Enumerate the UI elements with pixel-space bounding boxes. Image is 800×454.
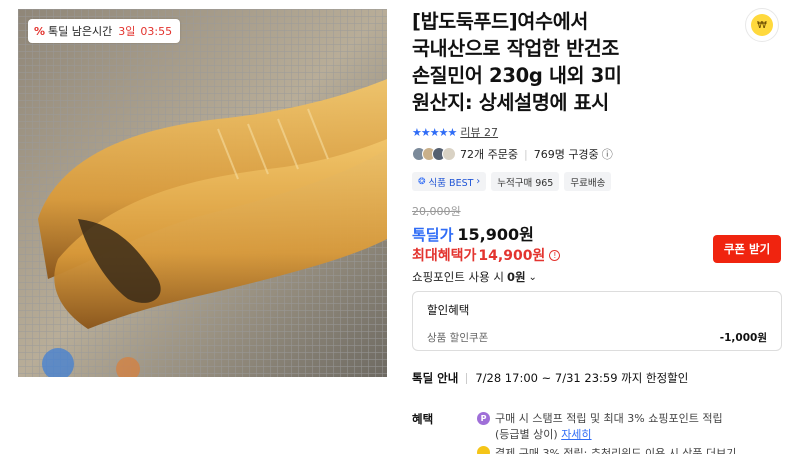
discount-header: 할인혜택 [427,303,470,317]
product-title-line: 손질민어 230g 내외 3미 [412,64,622,87]
product-title-line: 원산지: 상세설명에 표시 [412,91,609,114]
info-icon[interactable]: ⓘ [602,149,613,160]
best-chip-label: 식품 BEST [428,177,474,189]
product-title-line: [밥도둑푸드]여수에서 [412,10,588,33]
info-icon[interactable]: ! [549,249,561,261]
benefit-label: 혜택 [412,412,434,426]
max-benefit-label: 최대혜택가 [412,248,477,264]
coin-icon: ₩ [751,14,773,36]
chevron-down-icon: ⌄ [528,271,537,283]
pay-badge-button[interactable]: ₩ [745,8,779,42]
benefit-detail-link[interactable]: 자세히 [561,428,591,441]
deal-timer-badge: % 톡딜 남은시간 3일 03:55 [28,19,181,43]
max-benefit-row: 최대혜택가 14,900원 ! [412,245,561,265]
product-image[interactable] [18,9,387,377]
product-title: [밥도둑푸드]여수에서 국내산으로 작업한 반건조 손질민어 230g 내외 3… [412,8,712,116]
product-title-line: 국내산으로 작업한 반건조 [412,37,620,60]
max-benefit-price: 14,900원 [478,248,546,264]
rating-row: ★★★★★ 리뷰 27 [412,124,498,140]
deal-info-row: 톡딜 안내 7/28 17:00 ~ 7/31 23:59 까지 한정할인 [412,370,688,386]
best-badge-icon: ❂ [418,176,426,187]
benefit-item: 결제 구매 3% 적립: 추천리워드 이용 시 상품 더보기 [477,445,787,454]
deal-price-value: 15,900원 [457,225,534,244]
shopping-points-toggle[interactable]: 쇼핑포인트 사용 시 0원 ⌄ [412,269,537,285]
coupon-button[interactable]: 쿠폰 받기 [713,235,781,263]
benefit-line: 구매 시 스탬프 적립 및 최대 3% 쇼핑포인트 적립 [495,412,723,425]
discount-row-value: -1,000원 [719,332,767,344]
coin-icon [477,446,490,454]
buyer-avatars [412,147,456,161]
benefit-note: (등급별 상이) [495,428,558,441]
discount-icon: % [34,24,46,38]
benefit-line: 결제 구매 3% 적립: 추천리워드 이용 시 상품 더보기 [495,447,737,454]
benefit-item: P 구매 시 스탬프 적립 및 최대 3% 쇼핑포인트 적립 (등급별 상이) … [477,411,787,443]
free-shipping-chip: 무료배송 [564,172,612,191]
deal-price-row: 톡딜가 15,900원 [412,221,534,245]
star-rating-icon: ★★★★★ [412,125,457,139]
cumulative-chip: 누적구매 965 [491,172,560,191]
tag-chips: ❂ 식품 BEST › 누적구매 965 무료배송 [412,172,612,191]
timer-time: 03:55 [140,24,173,38]
points-label: 쇼핑포인트 사용 시 [412,270,504,284]
discount-row: 상품 할인쿠폰 -1,000원 [427,330,767,345]
best-chip[interactable]: ❂ 식품 BEST › [412,172,487,191]
order-count: 72개 주문중 [460,148,518,161]
deal-info-value: 7/28 17:00 ~ 7/31 23:59 까지 한정할인 [475,371,689,385]
benefit-line: (등급별 상이) 자세히 [495,427,787,443]
discount-benefit-box: 할인혜택 상품 할인쿠폰 -1,000원 [412,291,782,351]
point-icon: P [477,412,490,425]
points-value: 0원 [506,270,526,284]
chevron-right-icon: › [476,176,481,187]
deal-info-label: 톡딜 안내 [412,371,459,385]
viewer-count: 769명 구경중 [533,148,599,161]
avatar [442,147,456,161]
timer-label: 톡딜 남은시간 [48,25,113,38]
timer-days: 3일 [118,25,136,38]
buyers-row: 72개 주문중 | 769명 구경중 ⓘ [412,146,613,162]
divider: | [523,147,528,161]
divider [466,372,468,384]
discount-row-label: 상품 할인쿠폰 [427,332,489,344]
review-count-link[interactable]: 리뷰 27 [460,124,498,140]
original-price: 20,000원 [412,205,461,218]
deal-price-label: 톡딜가 [412,226,454,244]
